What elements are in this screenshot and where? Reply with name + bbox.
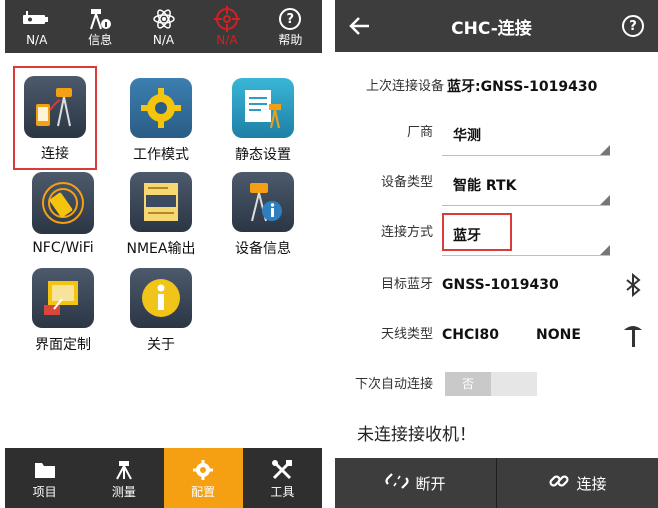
tile-label: 静态设置 <box>235 147 291 163</box>
nav-label: 测量 <box>111 484 136 499</box>
static-settings-icon <box>232 78 294 138</box>
device-type-label: 设备类型 <box>380 175 433 190</box>
work-mode-gear-icon <box>130 78 192 138</box>
connect-mode-label: 连接方式 <box>380 225 433 240</box>
tile-connect[interactable]: 连接 <box>13 66 97 170</box>
nmea-output-icon <box>130 172 192 232</box>
back-arrow-icon[interactable] <box>335 16 385 36</box>
target-bluetooth-label: 目标蓝牙 <box>380 277 433 292</box>
connection-icon <box>24 76 86 138</box>
manufacturer-label: 厂商 <box>406 125 433 140</box>
nav-project[interactable]: 项目 <box>5 448 84 508</box>
action-bar: 断开 连接 <box>335 458 658 508</box>
nav-label: 项目 <box>32 484 57 499</box>
tile-nmea-output[interactable]: NMEA输出 <box>121 162 201 258</box>
status-position[interactable]: N/A <box>195 0 258 53</box>
row-device-type: 设备类型 智能 RTK <box>335 158 658 208</box>
highlight-box <box>442 213 512 251</box>
last-device-label: 上次连接设备 <box>365 79 444 94</box>
tile-label: NFC/WiFi <box>32 240 94 256</box>
status-info[interactable]: 信息 <box>68 0 131 53</box>
status-battery[interactable]: N/A <box>5 0 68 53</box>
tile-about[interactable]: 关于 <box>121 258 201 354</box>
ui-customize-icon <box>32 268 94 328</box>
tile-ui-customize[interactable]: 界面定制 <box>23 258 103 354</box>
bluetooth-icon[interactable] <box>622 272 644 298</box>
page-title: CHC-连接 <box>451 18 532 39</box>
row-antenna: 天线类型 CHCI80 NONE <box>335 310 658 360</box>
auto-connect-label: 下次自动连接 <box>354 377 433 392</box>
about-icon <box>130 268 192 328</box>
toggle-knob: 否 <box>445 372 491 396</box>
antenna-icon[interactable] <box>622 322 644 348</box>
status-bar: N/A 信息 N/A N/A ? 帮助 <box>5 0 322 53</box>
target-bluetooth-value: GNSS-1019430 <box>442 277 559 293</box>
nav-config[interactable]: 配置 <box>163 448 243 508</box>
device-type-dropdown[interactable]: 智能 RTK <box>442 166 610 206</box>
left-panel: N/A 信息 N/A N/A ? 帮助 连接 工作模式 静态设置 NFC/WiF… <box>5 0 322 508</box>
bottom-nav: 项目 测量 配置 工具 <box>5 448 322 508</box>
tile-label: 连接 <box>41 146 69 162</box>
link-icon <box>548 470 570 496</box>
device-type-value: 智能 RTK <box>453 178 517 194</box>
tile-nfc-wifi[interactable]: NFC/WiFi <box>23 162 103 258</box>
config-gear-icon <box>192 457 214 483</box>
row-manufacturer: 厂商 华测 <box>335 108 658 158</box>
tile-static-settings[interactable]: 静态设置 <box>223 68 303 164</box>
crosshair-icon <box>213 5 240 33</box>
status-label: N/A <box>26 33 48 47</box>
tools-icon <box>271 457 293 483</box>
tile-label: NMEA输出 <box>126 241 196 257</box>
nav-label: 工具 <box>270 484 295 499</box>
help-icon: ? <box>279 8 302 30</box>
disconnect-button[interactable]: 断开 <box>335 458 496 508</box>
antenna-label: 天线类型 <box>380 327 433 342</box>
nfc-wifi-icon <box>32 172 94 234</box>
device-info-icon <box>232 172 294 232</box>
tile-label: 界面定制 <box>35 337 91 353</box>
disconnect-icon <box>385 472 410 494</box>
auto-connect-toggle[interactable]: 否 <box>445 372 537 396</box>
status-help[interactable]: ? 帮助 <box>259 0 322 53</box>
antenna-value: CHCI80 <box>442 327 499 343</box>
dropdown-caret-icon <box>600 195 610 205</box>
antenna-height-value: NONE <box>536 327 581 343</box>
survey-icon <box>112 457 136 483</box>
top-bar: CHC-连接 ? <box>335 0 658 52</box>
tile-work-mode[interactable]: 工作模式 <box>121 68 201 164</box>
nav-tools[interactable]: 工具 <box>243 448 322 508</box>
tile-label: 设备信息 <box>235 241 291 257</box>
dropdown-caret-icon <box>600 245 610 255</box>
tile-device-info[interactable]: 设备信息 <box>223 162 303 258</box>
help-icon: ? <box>622 15 644 37</box>
status-satellite[interactable]: N/A <box>132 0 195 53</box>
status-label: N/A <box>152 33 175 47</box>
row-target-bluetooth: 目标蓝牙 GNSS-1019430 <box>335 260 658 310</box>
connect-label: 连接 <box>576 474 607 493</box>
connection-status-message: 未连接接收机！ <box>357 425 476 445</box>
satellite-dish-icon <box>87 5 113 33</box>
dropdown-caret-icon <box>600 145 610 155</box>
tile-label: 关于 <box>147 337 175 353</box>
manufacturer-value: 华测 <box>453 128 481 144</box>
right-panel: CHC-连接 ? 上次连接设备 蓝牙:GNSS-1019430 厂商 华测 设备… <box>335 0 658 508</box>
status-label: N/A <box>216 33 238 47</box>
row-last-device: 上次连接设备 蓝牙:GNSS-1019430 <box>335 62 658 112</box>
atom-icon <box>152 5 176 33</box>
manufacturer-dropdown[interactable]: 华测 <box>442 116 610 156</box>
status-label: 信息 <box>88 33 113 47</box>
battery-icon <box>22 5 52 33</box>
folder-icon <box>33 457 57 483</box>
disconnect-label: 断开 <box>415 474 446 493</box>
last-device-value: 蓝牙:GNSS-1019430 <box>447 79 598 95</box>
connect-button[interactable]: 连接 <box>497 458 658 508</box>
tile-label: 工作模式 <box>133 147 189 163</box>
help-button[interactable]: ? <box>608 15 658 37</box>
status-label: 帮助 <box>278 33 303 47</box>
nav-survey[interactable]: 测量 <box>84 448 163 508</box>
nav-label: 配置 <box>191 484 216 499</box>
